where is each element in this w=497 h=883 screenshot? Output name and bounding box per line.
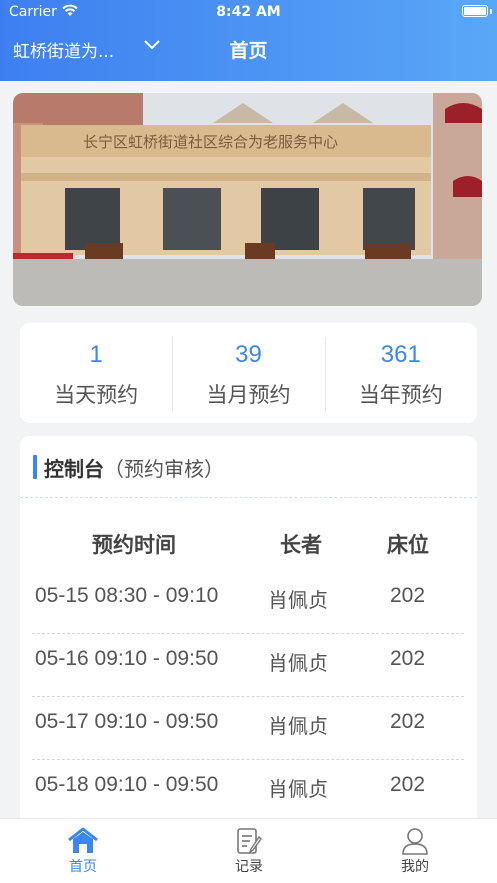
divider [20,497,477,498]
page-title: 首页 [229,40,268,62]
battery-tip [490,9,492,14]
console-card: 控制台（预约审核） 预约时间 长者 床位 05-15 08:30 - 09:10… [20,436,477,836]
cell-elder: 肖佩贞 [268,588,328,612]
profile-icon [402,828,428,855]
column-header-time: 预约时间 [92,533,176,557]
building-photo: 长宁区虹桥街道社区综合为老服务中心 [13,93,482,306]
tab-label: 首页 [69,859,97,875]
stat-label: 当年预约 [358,383,443,407]
tab-bar: 首页 记录 我的 [0,818,497,883]
tab-record[interactable]: 记录 [166,819,332,883]
banner-image: 长宁区虹桥街道社区综合为老服务中心 [13,93,482,306]
stat-year[interactable]: 361 当年预约 [324,323,477,423]
status-bar: Carrier 8:42 AM [0,0,497,26]
battery-icon [462,5,488,17]
console-title-sub: （预约审核） [104,457,224,481]
stat-value: 361 [380,341,421,368]
cell-time: 05-15 08:30 - 09:10 [35,584,219,607]
stat-value: 1 [89,341,103,368]
column-header-elder: 长者 [280,533,322,557]
stat-today[interactable]: 1 当天预约 [20,323,172,423]
clock: 8:42 AM [216,4,281,20]
header: Carrier 8:42 AM 虹桥街道为... 首页 [0,0,497,81]
cell-time: 05-16 09:10 - 09:50 [35,647,219,670]
cell-elder: 肖佩贞 [268,714,328,738]
cell-elder: 肖佩贞 [268,777,328,801]
tab-label: 记录 [235,859,263,875]
table-row[interactable]: 05-17 09:10 - 09:50 肖佩贞 202 [32,697,464,760]
table-row[interactable]: 05-16 09:10 - 09:50 肖佩贞 202 [32,634,464,697]
cell-time: 05-17 09:10 - 09:50 [35,710,219,733]
column-header-bed: 床位 [387,533,429,557]
cell-time: 05-18 09:10 - 09:50 [35,773,219,796]
stats-card: 1 当天预约 39 当月预约 361 当年预约 [20,323,477,423]
tab-label: 我的 [401,859,429,875]
console-title: 控制台（预约审核） [32,453,224,481]
cell-bed: 202 [390,773,426,796]
cell-bed: 202 [390,584,426,607]
table-row[interactable]: 05-15 08:30 - 09:10 肖佩贞 202 [32,571,464,634]
home-icon [68,827,98,853]
table-row[interactable]: 05-18 09:10 - 09:50 肖佩贞 202 [32,760,464,823]
cell-bed: 202 [390,647,426,670]
building-sign: 长宁区虹桥街道社区综合为老服务中心 [83,133,338,151]
stat-label: 当月预约 [206,383,291,407]
cell-elder: 肖佩贞 [268,651,328,675]
console-title-main: 控制台 [44,457,104,481]
stat-value: 39 [235,341,262,368]
cell-bed: 202 [390,710,426,733]
record-icon [237,828,262,854]
stat-month[interactable]: 39 当月预约 [172,323,324,423]
stat-label: 当天预约 [54,383,139,407]
tab-home[interactable]: 首页 [0,819,166,883]
tab-profile[interactable]: 我的 [332,819,497,883]
